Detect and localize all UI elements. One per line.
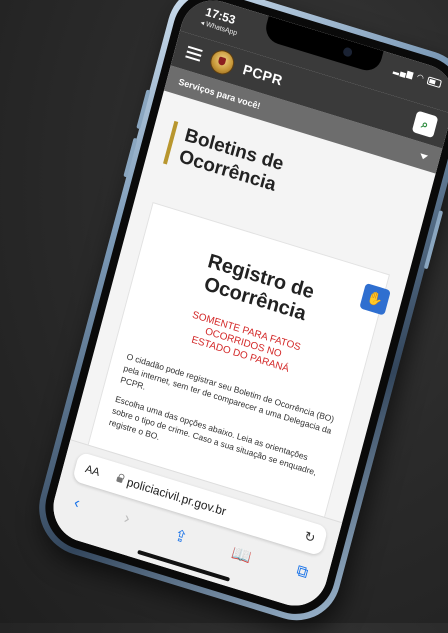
search-icon: ⌕ bbox=[420, 116, 431, 132]
back-arrow-icon[interactable]: ‹ bbox=[71, 494, 81, 515]
menu-icon[interactable] bbox=[185, 45, 203, 62]
site-brand[interactable]: PCPR bbox=[241, 61, 284, 88]
share-icon[interactable]: ⇪ bbox=[172, 525, 190, 548]
tabs-icon[interactable]: ⧉ bbox=[294, 562, 310, 585]
battery-icon bbox=[426, 76, 443, 89]
wifi-icon: ◠ bbox=[415, 72, 426, 84]
system-icons: ▂▄▆ ◠ bbox=[392, 64, 443, 89]
reload-icon[interactable]: ↻ bbox=[302, 528, 317, 547]
page-title: Boletins de Ocorrência bbox=[176, 125, 286, 197]
chevron-down-icon bbox=[419, 152, 429, 160]
title-accent-bar bbox=[163, 120, 179, 165]
front-camera-icon bbox=[342, 46, 354, 58]
phone-screen: 17:53 ◂ WhatsApp ▂▄▆ ◠ PCPR ⌕ Serviços p… bbox=[45, 0, 448, 615]
pcpr-badge-logo[interactable] bbox=[207, 47, 237, 78]
signal-icon: ▂▄▆ bbox=[392, 64, 416, 80]
reader-settings-button[interactable]: AA bbox=[84, 463, 101, 479]
phone-device: 17:53 ◂ WhatsApp ▂▄▆ ◠ PCPR ⌕ Serviços p… bbox=[28, 0, 448, 632]
search-button[interactable]: ⌕ bbox=[411, 110, 439, 139]
lock-icon bbox=[115, 475, 124, 483]
bookmarks-icon[interactable]: 📖 bbox=[230, 543, 254, 568]
forward-arrow-icon[interactable]: › bbox=[121, 510, 131, 531]
